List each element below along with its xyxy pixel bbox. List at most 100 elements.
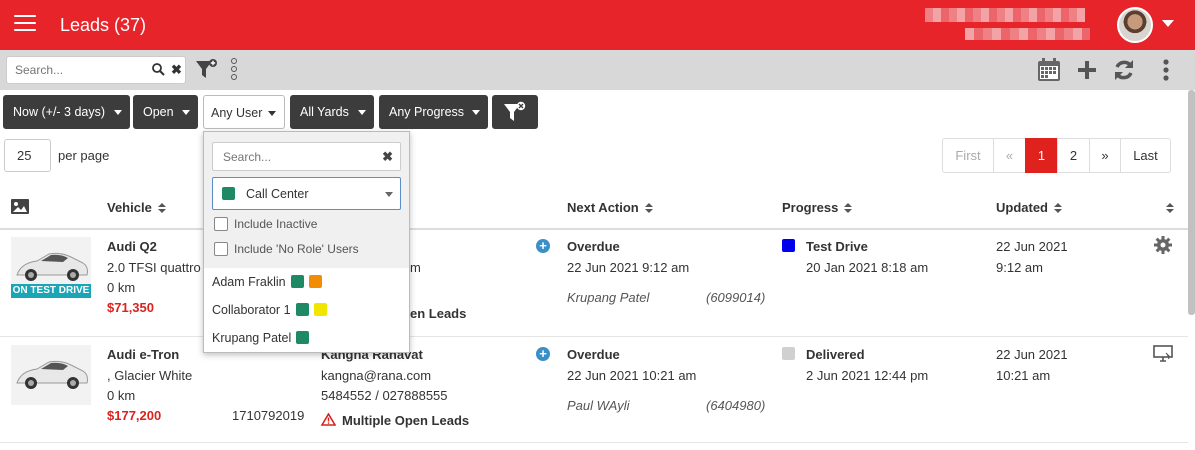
role-select[interactable]: Call Center <box>212 177 401 210</box>
progress-date: 20 Jan 2021 8:18 am <box>806 260 929 275</box>
include-inactive-option[interactable]: Include Inactive <box>214 217 317 231</box>
search-input[interactable] <box>7 57 137 83</box>
user-filter-button[interactable]: Any User <box>203 95 285 129</box>
caret-down-icon <box>472 110 480 115</box>
progress-filter-label: Any Progress <box>389 105 465 119</box>
col-header-actions[interactable] <box>1160 200 1174 215</box>
progress-filter-button[interactable]: Any Progress <box>379 95 488 129</box>
include-inactive-checkbox[interactable] <box>214 217 228 231</box>
role-color-marker <box>296 331 310 344</box>
progress-date: 2 Jun 2021 12:44 pm <box>806 368 929 383</box>
lead-ref: (6404980) <box>706 398 766 413</box>
display-icon[interactable] <box>1153 345 1173 362</box>
progress-color-marker <box>782 239 795 252</box>
progress-color-marker <box>782 347 795 360</box>
toolbar: ✖ <box>0 50 1195 90</box>
next-action-date: 22 Jun 2021 9:12 am <box>567 260 690 275</box>
add-action-icon[interactable]: + <box>536 347 550 361</box>
yards-filter-label: All Yards <box>300 105 349 119</box>
avatar[interactable] <box>1117 7 1153 43</box>
vehicle-image[interactable] <box>11 345 91 405</box>
col-header-updated-label: Updated <box>996 200 1048 215</box>
contact-warning: Multiple Open Leads <box>342 413 470 428</box>
yards-filter-button[interactable]: All Yards <box>290 95 374 129</box>
user-option-name: Krupang Patel <box>212 331 292 345</box>
header-divider <box>0 228 1188 230</box>
col-header-updated[interactable]: Updated <box>996 200 1062 215</box>
scrollbar[interactable] <box>1188 90 1195 315</box>
role-color-marker <box>290 275 304 288</box>
add-icon[interactable] <box>1077 58 1097 82</box>
col-header-next-action-label: Next Action <box>567 200 639 215</box>
vehicle-name[interactable]: Audi Q2 <box>107 239 157 254</box>
add-action-icon[interactable]: + <box>536 239 550 253</box>
next-action-date: 22 Jun 2021 10:21 am <box>567 368 697 383</box>
gear-icon[interactable] <box>1154 236 1172 254</box>
vehicle-name[interactable]: Audi e-Tron <box>107 347 179 362</box>
chevron-down-icon[interactable] <box>1162 20 1174 27</box>
search-icon[interactable] <box>152 63 165 76</box>
date-filter-label: Now (+/- 3 days) <box>13 105 106 119</box>
vehicle-spec: 2.0 TFSI quattro <box>107 260 201 275</box>
col-header-vehicle-label: Vehicle <box>107 200 152 215</box>
more-vertical-icon[interactable] <box>231 58 239 82</box>
per-page-input[interactable]: 25 <box>4 139 51 172</box>
menu-icon[interactable] <box>14 15 36 33</box>
vehicle-price: $71,350 <box>107 300 154 315</box>
status-filter-button[interactable]: Open <box>133 95 198 129</box>
top-bar: Leads (37) <box>0 0 1195 50</box>
pager-last[interactable]: Last <box>1120 138 1171 173</box>
pager-page-1[interactable]: 1 <box>1025 138 1058 173</box>
vehicle-km: 0 km <box>107 388 136 403</box>
image-icon <box>11 199 29 214</box>
filter-add-icon[interactable] <box>195 59 219 81</box>
pager-first[interactable]: First <box>942 138 994 173</box>
col-header-next-action[interactable]: Next Action <box>567 200 653 215</box>
status-filter-label: Open <box>143 105 174 119</box>
include-no-role-checkbox[interactable] <box>214 242 228 256</box>
vehicle-spec: , Glacier White <box>107 368 193 383</box>
updated-date: 22 Jun 2021 <box>996 347 1068 362</box>
per-page-label: per page <box>58 148 110 163</box>
pager-page-2[interactable]: 2 <box>1057 138 1090 173</box>
role-color-marker <box>222 187 235 200</box>
updated-time: 9:12 am <box>996 260 1043 275</box>
contact-phone: 5484552 / 027888555 <box>321 388 448 403</box>
user-option[interactable]: Krupang Patel <box>212 331 310 345</box>
clear-filter-button[interactable] <box>492 95 538 129</box>
sort-icon <box>1054 203 1062 213</box>
contact-warning: en Leads <box>410 306 467 321</box>
caret-down-icon <box>182 110 190 115</box>
redacted-user-sub <box>965 28 1090 40</box>
col-header-progress[interactable]: Progress <box>782 200 853 215</box>
next-action-status: Overdue <box>567 239 620 254</box>
vehicle-km: 0 km <box>107 280 136 295</box>
col-header-vehicle[interactable]: Vehicle <box>107 200 166 215</box>
clear-icon[interactable]: ✖ <box>382 149 393 165</box>
include-no-role-label: Include 'No Role' Users <box>234 242 359 256</box>
include-no-role-option[interactable]: Include 'No Role' Users <box>214 242 359 256</box>
updated-date: 22 Jun 2021 <box>996 239 1068 254</box>
include-inactive-label: Include Inactive <box>234 217 318 231</box>
more-vertical-icon[interactable] <box>1162 58 1170 82</box>
user-option-name: Collaborator 1 <box>212 303 291 317</box>
pager-next[interactable]: » <box>1089 138 1121 173</box>
clear-icon[interactable]: ✖ <box>171 62 182 78</box>
dropdown-search-input[interactable] <box>213 143 373 170</box>
chevron-down-icon <box>385 192 393 197</box>
user-option[interactable]: Adam Fraklin <box>212 275 322 289</box>
user-filter-dropdown: ✖ Call Center Include Inactive Include '… <box>203 131 410 353</box>
assignee: Paul WAyli <box>567 398 630 413</box>
redacted-user-name <box>925 8 1085 22</box>
row-divider <box>0 336 1188 337</box>
refresh-icon[interactable] <box>1113 58 1135 82</box>
search-box: ✖ <box>6 56 186 84</box>
date-filter-button[interactable]: Now (+/- 3 days) <box>3 95 130 129</box>
user-option[interactable]: Collaborator 1 <box>212 303 327 317</box>
pager-prev[interactable]: « <box>993 138 1026 173</box>
role-select-value: Call Center <box>246 187 309 201</box>
role-color-marker <box>308 275 322 288</box>
car-image <box>11 345 91 405</box>
calendar-icon[interactable] <box>1037 58 1061 82</box>
col-header-progress-label: Progress <box>782 200 839 215</box>
